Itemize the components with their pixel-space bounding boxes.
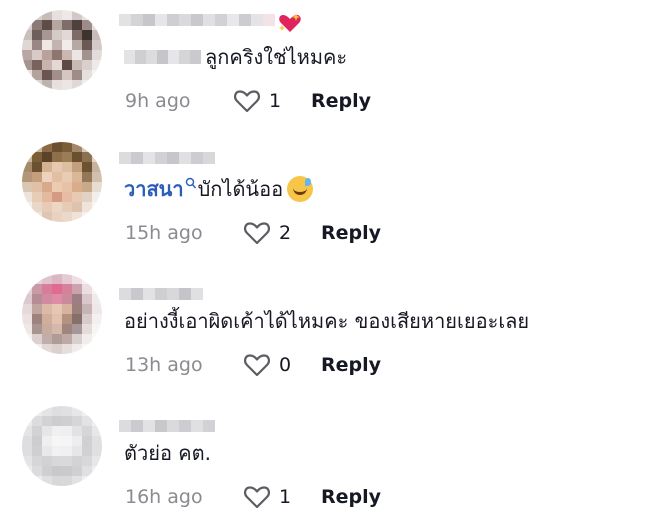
comment-text-content: ตัวย่อ คต. [124,441,212,465]
like-count: 1 [279,486,292,508]
comment-time: 9h ago [125,90,191,112]
blurred-mention [124,50,201,64]
reply-button[interactable]: Reply [311,90,371,112]
comment-text-content: อย่างงี้เอาผิดเค้าได้ไหมคะ ของเสียหายเยอ… [124,309,530,333]
mention-link[interactable]: วาสนา [124,174,184,204]
comment-time: 15h ago [125,222,203,244]
comment-time: 16h ago [125,486,203,508]
avatar[interactable] [22,142,102,222]
comment-text: วาสนา บักได้น้ออ [124,174,314,204]
reply-button[interactable]: Reply [321,222,381,244]
comment-item: ลูกคริงใช่ไหมคะ 9h ago 1 Reply [0,0,648,132]
like-button[interactable]: 0 [243,353,309,377]
like-count: 1 [269,90,282,112]
username-blurred[interactable] [119,150,215,166]
search-icon [185,177,196,189]
sweat-smile-emoji [287,176,314,202]
like-count: 2 [279,222,292,244]
comment-text-content: บักได้น้ออ [197,177,284,201]
comment-text: อย่างงี้เอาผิดเค้าได้ไหมคะ ของเสียหายเยอ… [124,306,529,336]
heart-outline-icon [244,222,270,245]
avatar[interactable] [22,10,102,90]
comment-item: วาสนา บักได้น้ออ 15h ago 2 Reply [0,132,648,264]
comment-meta: 9h ago 1 Reply [125,86,371,116]
avatar[interactable] [22,406,102,486]
comment-time: 13h ago [125,354,203,376]
like-count: 0 [279,354,292,376]
comment-text: ลูกคริงใช่ไหมคะ [124,42,347,72]
comment-item: อย่างงี้เอาผิดเค้าได้ไหมคะ ของเสียหายเยอ… [0,264,648,396]
like-button[interactable]: 2 [243,221,309,245]
comment-meta: 16h ago 1 Reply [125,482,381,512]
reply-button[interactable]: Reply [321,486,381,508]
comment-meta: 15h ago 2 Reply [125,218,381,248]
heart-outline-icon [234,90,260,113]
comment-text-content: ลูกคริงใช่ไหมคะ [205,45,348,69]
avatar[interactable] [22,274,102,354]
heart-outline-icon [244,354,270,377]
like-button[interactable]: 1 [233,89,299,113]
sparkle-heart-icon [279,13,301,32]
username-blurred[interactable] [119,12,303,32]
comment-item: ตัวย่อ คต. 16h ago 1 Reply [0,396,648,528]
heart-outline-icon [244,486,270,509]
reply-button[interactable]: Reply [321,354,381,376]
username-blurred[interactable] [119,418,215,434]
username-blurred[interactable] [119,286,203,302]
like-button[interactable]: 1 [243,485,309,509]
comment-text: ตัวย่อ คต. [124,438,211,468]
comment-meta: 13h ago 0 Reply [125,350,381,380]
